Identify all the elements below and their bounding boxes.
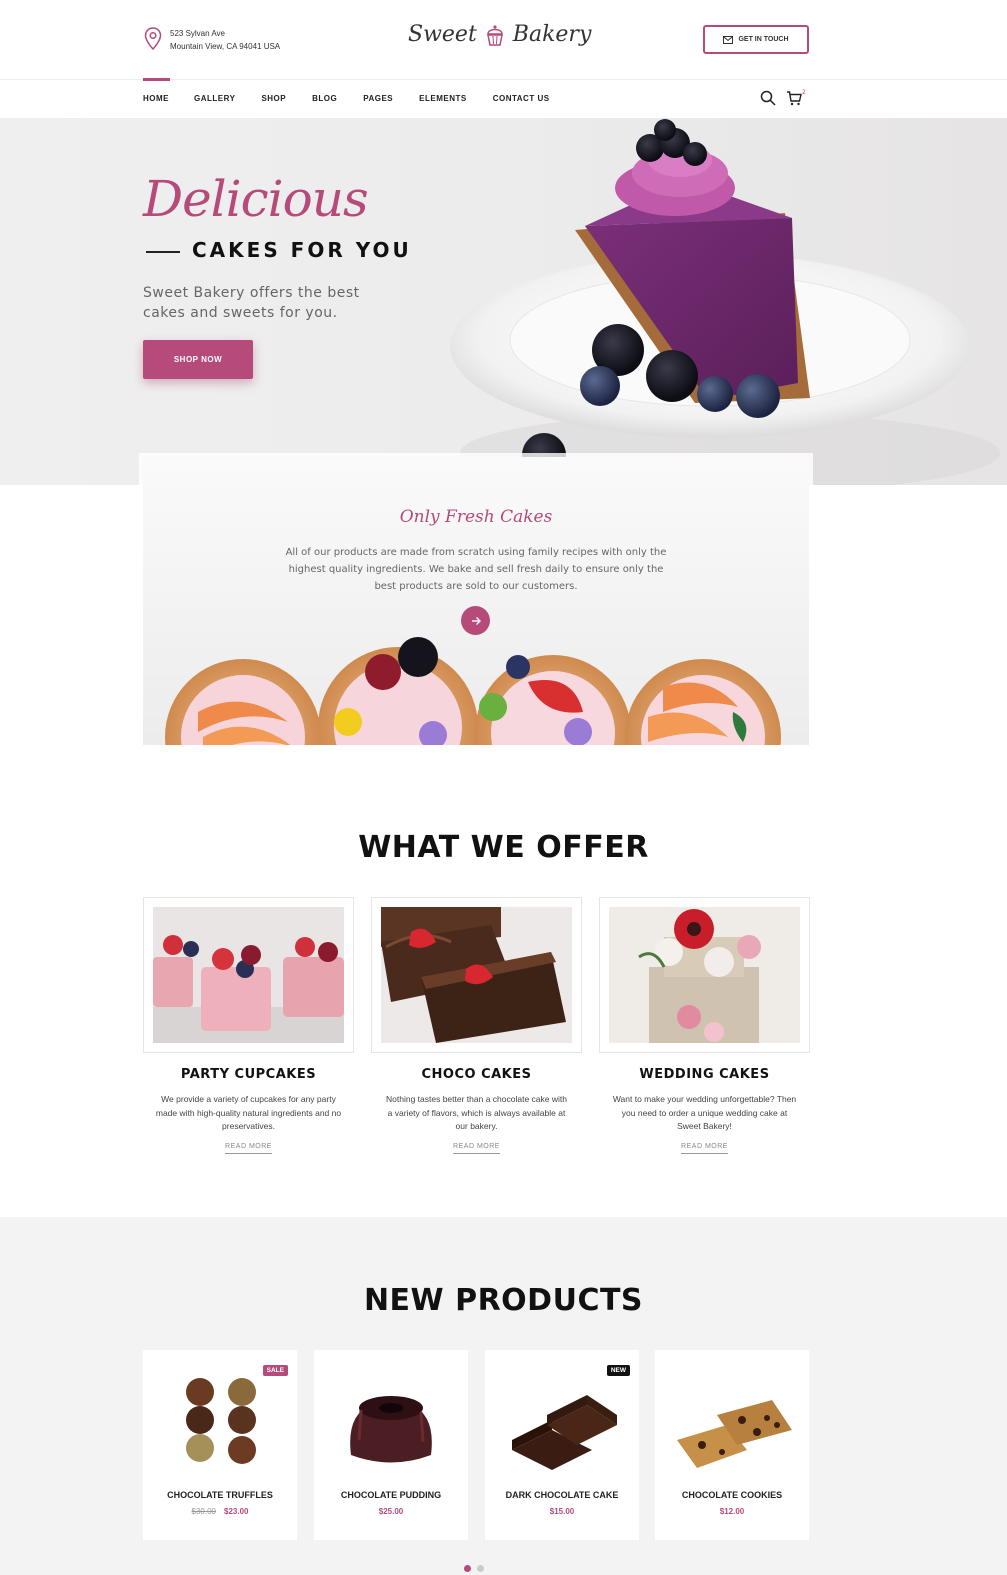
- nav-item-contact-us[interactable]: CONTACT US: [493, 80, 550, 118]
- product-price: $12.00: [655, 1507, 809, 1516]
- cart-icon[interactable]: [786, 90, 802, 106]
- offer-desc-wedding-cakes: Want to make your wedding unforgettable?…: [612, 1094, 797, 1131]
- product-card-dark-chocolate-cake[interactable]: NEW DARK CHOCOLATE CAKE $15.00: [485, 1350, 639, 1540]
- choco-cakes-image: [381, 907, 572, 1043]
- new-products-title: NEW PRODUCTS: [363, 1283, 644, 1318]
- read-more-label[interactable]: READ MORE: [225, 1143, 272, 1154]
- offer-card-wedding-cakes[interactable]: [599, 897, 810, 1053]
- logo-word-left: Sweet: [408, 22, 477, 47]
- chocolate-cookies-image: [677, 1400, 792, 1468]
- product-card-chocolate-cookies[interactable]: CHOCOLATE COOKIES $12.00: [655, 1350, 809, 1540]
- search-icon[interactable]: [760, 90, 776, 106]
- chocolate-truffles-image: [186, 1378, 256, 1464]
- nav-item-gallery[interactable]: GALLERY: [194, 80, 235, 118]
- cart-count-badge: 2: [802, 88, 806, 96]
- site-logo[interactable]: Sweet Bakery: [408, 22, 591, 47]
- product-current-price: $23.00: [224, 1507, 249, 1516]
- product-price: $30.00 $23.00: [143, 1507, 297, 1516]
- offer-card-choco-cakes[interactable]: [371, 897, 582, 1053]
- cupcake-icon: [486, 24, 503, 46]
- hero-banner: Delicious CAKES FOR YOU Sweet Bakery off…: [0, 118, 1007, 485]
- offer-name-choco-cakes: CHOCO CAKES: [421, 1067, 532, 1082]
- read-more-party-cupcakes[interactable]: READ MORE: [143, 1143, 354, 1154]
- address-block: 523 Sylvan Ave Mountain View, CA 94041 U…: [144, 27, 280, 53]
- mail-icon: [723, 35, 734, 44]
- offer-desc-party-cupcakes: We provide a variety of cupcakes for any…: [155, 1094, 342, 1131]
- product-name[interactable]: CHOCOLATE COOKIES: [655, 1490, 809, 1500]
- carousel-dot[interactable]: [464, 1565, 471, 1572]
- party-cupcakes-image: [153, 907, 344, 1043]
- carousel-dot[interactable]: [477, 1565, 484, 1572]
- nav-item-blog[interactable]: BLOG: [312, 80, 337, 118]
- dark-chocolate-cake-image: [512, 1395, 617, 1470]
- wedding-cakes-image: [609, 907, 800, 1043]
- chocolate-pudding-image: [350, 1396, 432, 1463]
- read-more-wedding-cakes[interactable]: READ MORE: [599, 1143, 810, 1154]
- what-we-offer-title: WHAT WE OFFER: [358, 830, 649, 865]
- fresh-cakes-text: All of our products are made from scratc…: [285, 547, 667, 592]
- product-card-chocolate-pudding[interactable]: CHOCOLATE PUDDING $25.00: [314, 1350, 468, 1540]
- read-more-choco-cakes[interactable]: READ MORE: [371, 1143, 582, 1154]
- product-price: $15.00: [485, 1507, 639, 1516]
- nav-item-pages[interactable]: PAGES: [363, 80, 393, 118]
- site-header: 523 Sylvan Ave Mountain View, CA 94041 U…: [0, 0, 1007, 80]
- carousel-dots: [464, 1565, 484, 1572]
- get-in-touch-label: GET IN TOUCH: [738, 36, 789, 43]
- product-name[interactable]: CHOCOLATE PUDDING: [314, 1490, 468, 1500]
- hero-subtitle: CAKES FOR YOU: [192, 238, 412, 262]
- offer-card-party-cupcakes[interactable]: [143, 897, 354, 1053]
- offer-name-party-cupcakes: PARTY CUPCAKES: [180, 1067, 317, 1082]
- nav-icons: 2: [760, 88, 816, 106]
- fresh-cakes-card: Only Fresh Cakes All of our products are…: [143, 457, 809, 745]
- product-price: $25.00: [314, 1507, 468, 1516]
- product-current-price: $12.00: [719, 1507, 745, 1516]
- nav-item-elements[interactable]: ELEMENTS: [419, 80, 467, 118]
- offer-name-wedding-cakes: WEDDING CAKES: [639, 1067, 770, 1082]
- product-current-price: $25.00: [378, 1507, 404, 1516]
- logo-word-right: Bakery: [512, 22, 592, 47]
- product-old-price: $30.00: [191, 1507, 216, 1516]
- read-more-label[interactable]: READ MORE: [453, 1143, 500, 1154]
- nav-item-shop[interactable]: SHOP: [261, 80, 286, 118]
- hero-script-title: Delicious: [143, 170, 369, 228]
- product-card-chocolate-truffles[interactable]: SALE CHOCOLATE TRUFFLES $30.00 $23.00: [143, 1350, 297, 1540]
- shop-now-button[interactable]: SHOP NOW: [143, 340, 253, 379]
- offer-desc-choco-cakes: Nothing tastes better than a chocolate c…: [386, 1094, 567, 1131]
- product-current-price: $15.00: [549, 1507, 575, 1516]
- location-pin-icon: [144, 27, 162, 51]
- address-text: 523 Sylvan Ave Mountain View, CA 94041 U…: [170, 27, 280, 53]
- fresh-tarts-image: [165, 637, 781, 745]
- arrow-right-icon: [471, 616, 481, 625]
- get-in-touch-button[interactable]: GET IN TOUCH: [703, 25, 809, 54]
- hero-cake-image: [450, 119, 1000, 485]
- address-line-1: 523 Sylvan Ave: [170, 29, 226, 38]
- main-nav: HOME GALLERY SHOP BLOG PAGES ELEMENTS CO…: [0, 78, 1007, 118]
- hero-divider-line: [146, 251, 180, 253]
- read-more-label[interactable]: READ MORE: [681, 1143, 728, 1154]
- product-name[interactable]: DARK CHOCOLATE CAKE: [485, 1490, 639, 1500]
- address-line-2: Mountain View, CA 94041 USA: [170, 42, 281, 51]
- fresh-cakes-title: Only Fresh Cakes: [399, 507, 553, 527]
- product-name[interactable]: CHOCOLATE TRUFFLES: [143, 1490, 297, 1500]
- hero-description: Sweet Bakery offers the best cakes and s…: [143, 285, 360, 321]
- nav-item-home[interactable]: HOME: [143, 78, 170, 118]
